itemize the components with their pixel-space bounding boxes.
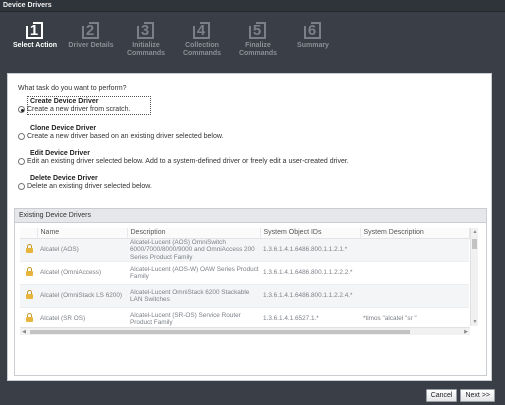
- lock-icon: [26, 244, 33, 253]
- task-question: What task do you want to perform?: [18, 85, 127, 92]
- scroll-thumb[interactable]: [472, 239, 477, 249]
- option-title: Create Device Driver: [30, 98, 99, 105]
- scroll-up-icon[interactable]: ▲: [471, 228, 478, 236]
- cell-sysdesc: [360, 261, 469, 285]
- column-header-sysdesc[interactable]: System Description: [360, 228, 470, 239]
- step-label: Collection Commands: [182, 42, 222, 57]
- cell-description: Alcatel-Lucent (AOS) OmniSwitch 6000/700…: [127, 238, 260, 262]
- option-description: Create a new driver based on an existing…: [27, 133, 224, 140]
- wizard-steps: 1 Select Action 2 Driver Details 3 Initi…: [0, 12, 505, 64]
- step-select-action[interactable]: 1 Select Action: [5, 20, 65, 50]
- radio-edit[interactable]: [18, 158, 25, 165]
- step-initialize-commands[interactable]: 3 Initialize Commands: [116, 20, 176, 58]
- option-description: Create a new driver from scratch.: [27, 106, 131, 113]
- window-title: Device Drivers: [0, 0, 505, 12]
- horizontal-scrollbar[interactable]: ◀ ▶: [20, 327, 470, 335]
- table-row[interactable]: Alcatel (OmniAccess) Alcatel-Lucent (AOS…: [20, 261, 469, 285]
- step-label: Initialize Commands: [126, 42, 166, 57]
- main-panel: What task do you want to perform? Create…: [7, 73, 492, 381]
- step-label: Driver Details: [68, 42, 114, 49]
- step-2-icon: 2: [81, 20, 101, 40]
- step-5-icon: 5: [248, 20, 268, 40]
- step-finalize-commands[interactable]: 5 Finalize Commands: [228, 20, 288, 58]
- cell-oids: 1.3.6.1.4.1.6486.800.1.1.2.1.*: [260, 238, 360, 262]
- vertical-scrollbar[interactable]: ▲ ▼: [470, 228, 478, 326]
- lock-icon: [26, 267, 33, 277]
- cell-sysdesc: [360, 284, 469, 308]
- table-row[interactable]: Alcatel (AOS) Alcatel-Lucent (AOS) OmniS…: [20, 238, 469, 262]
- cell-name: Alcatel (OmniAccess): [37, 261, 127, 285]
- option-description: Edit an existing driver selected below. …: [27, 158, 349, 165]
- column-header-name[interactable]: Name: [37, 228, 128, 239]
- step-label: Finalize Commands: [238, 42, 278, 57]
- step-collection-commands[interactable]: 4 Collection Commands: [172, 20, 232, 58]
- cell-oids: 1.3.6.1.4.1.6486.800.1.1.2.2.2.*: [260, 261, 360, 285]
- column-header-oids[interactable]: System Object IDs: [260, 228, 361, 239]
- cell-description: Alcatel-Lucent (AOS-W) OAW Series Produc…: [127, 261, 260, 285]
- table-row[interactable]: Alcatel (OmniStack LS 6200) Alcatel-Luce…: [20, 284, 469, 308]
- scroll-thumb[interactable]: [30, 330, 410, 334]
- cell-sysdesc: [360, 238, 469, 262]
- column-header-icon: [20, 228, 38, 239]
- drivers-table: Name Description System Object IDs Syste…: [20, 228, 470, 331]
- scroll-down-icon[interactable]: ▼: [471, 318, 478, 326]
- scroll-right-icon[interactable]: ▶: [462, 328, 470, 335]
- grid-title: Existing Device Drivers: [15, 209, 486, 223]
- option-description: Delete an existing driver selected below…: [27, 183, 152, 190]
- option-title: Edit Device Driver: [30, 150, 90, 157]
- lock-icon: [26, 313, 33, 323]
- table-header-row: Name Description System Object IDs Syste…: [20, 228, 470, 239]
- step-label: Select Action: [12, 42, 58, 49]
- step-driver-details[interactable]: 2 Driver Details: [61, 20, 121, 50]
- radio-create[interactable]: [18, 106, 25, 113]
- step-1-icon: 1: [25, 20, 45, 40]
- grid-scroll-area[interactable]: Name Description System Object IDs Syste…: [20, 228, 478, 335]
- step-3-icon: 3: [136, 20, 156, 40]
- cell-description: Alcatel-Lucent OmniStack 6200 Stackable …: [127, 284, 260, 308]
- option-title: Delete Device Driver: [30, 175, 98, 182]
- step-summary[interactable]: 6 Summary: [283, 20, 343, 50]
- column-header-description[interactable]: Description: [127, 228, 261, 239]
- step-label: Summary: [297, 42, 329, 49]
- cell-name: Alcatel (OmniStack LS 6200): [37, 284, 127, 308]
- existing-drivers-grid: Existing Device Drivers Name Description…: [14, 208, 487, 376]
- cell-name: Alcatel (AOS): [37, 238, 127, 262]
- step-6-icon: 6: [303, 20, 323, 40]
- radio-delete[interactable]: [18, 183, 25, 190]
- next-button[interactable]: Next >>: [460, 389, 495, 402]
- footer-buttons: Cancel Next >>: [425, 389, 495, 402]
- step-4-icon: 4: [192, 20, 212, 40]
- option-title: Clone Device Driver: [30, 125, 97, 132]
- lock-icon: [26, 290, 33, 300]
- radio-clone[interactable]: [18, 133, 25, 140]
- cancel-button[interactable]: Cancel: [425, 389, 458, 402]
- scroll-left-icon[interactable]: ◀: [20, 328, 28, 335]
- cell-oids: 1.3.6.1.4.1.6486.800.1.1.2.2.4.*: [260, 284, 360, 308]
